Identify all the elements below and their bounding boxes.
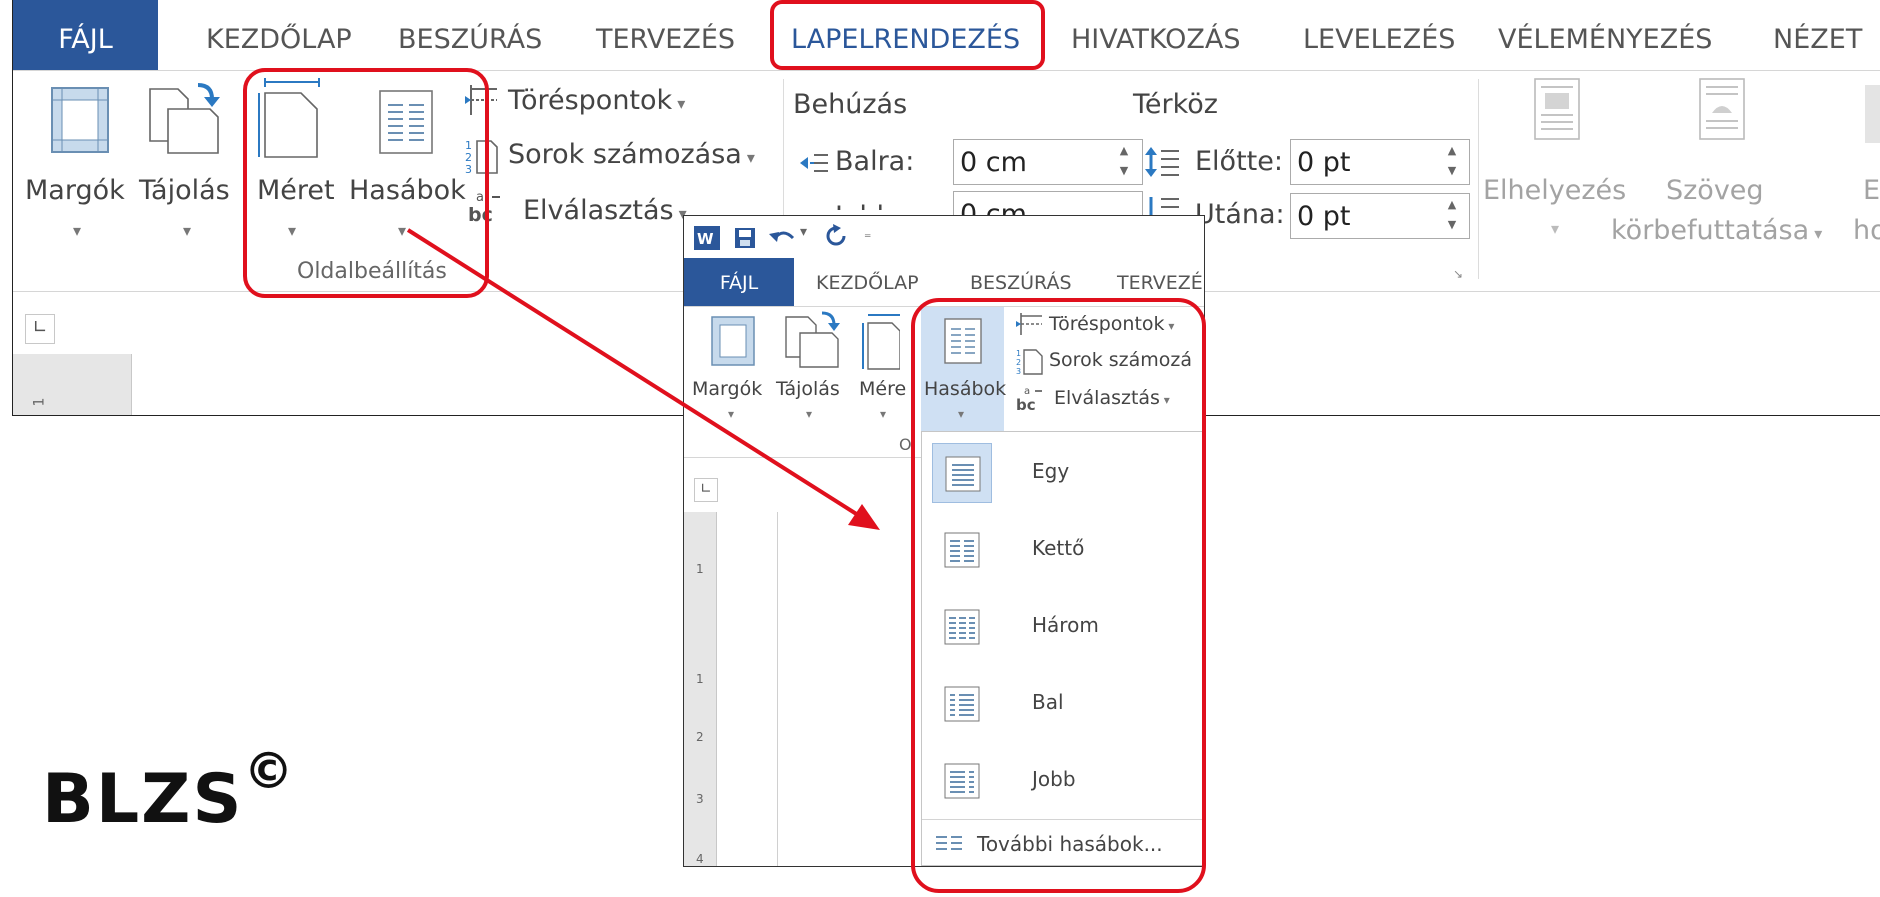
arrow-head-icon: [848, 504, 880, 530]
author-watermark: BLZS©: [42, 742, 296, 839]
